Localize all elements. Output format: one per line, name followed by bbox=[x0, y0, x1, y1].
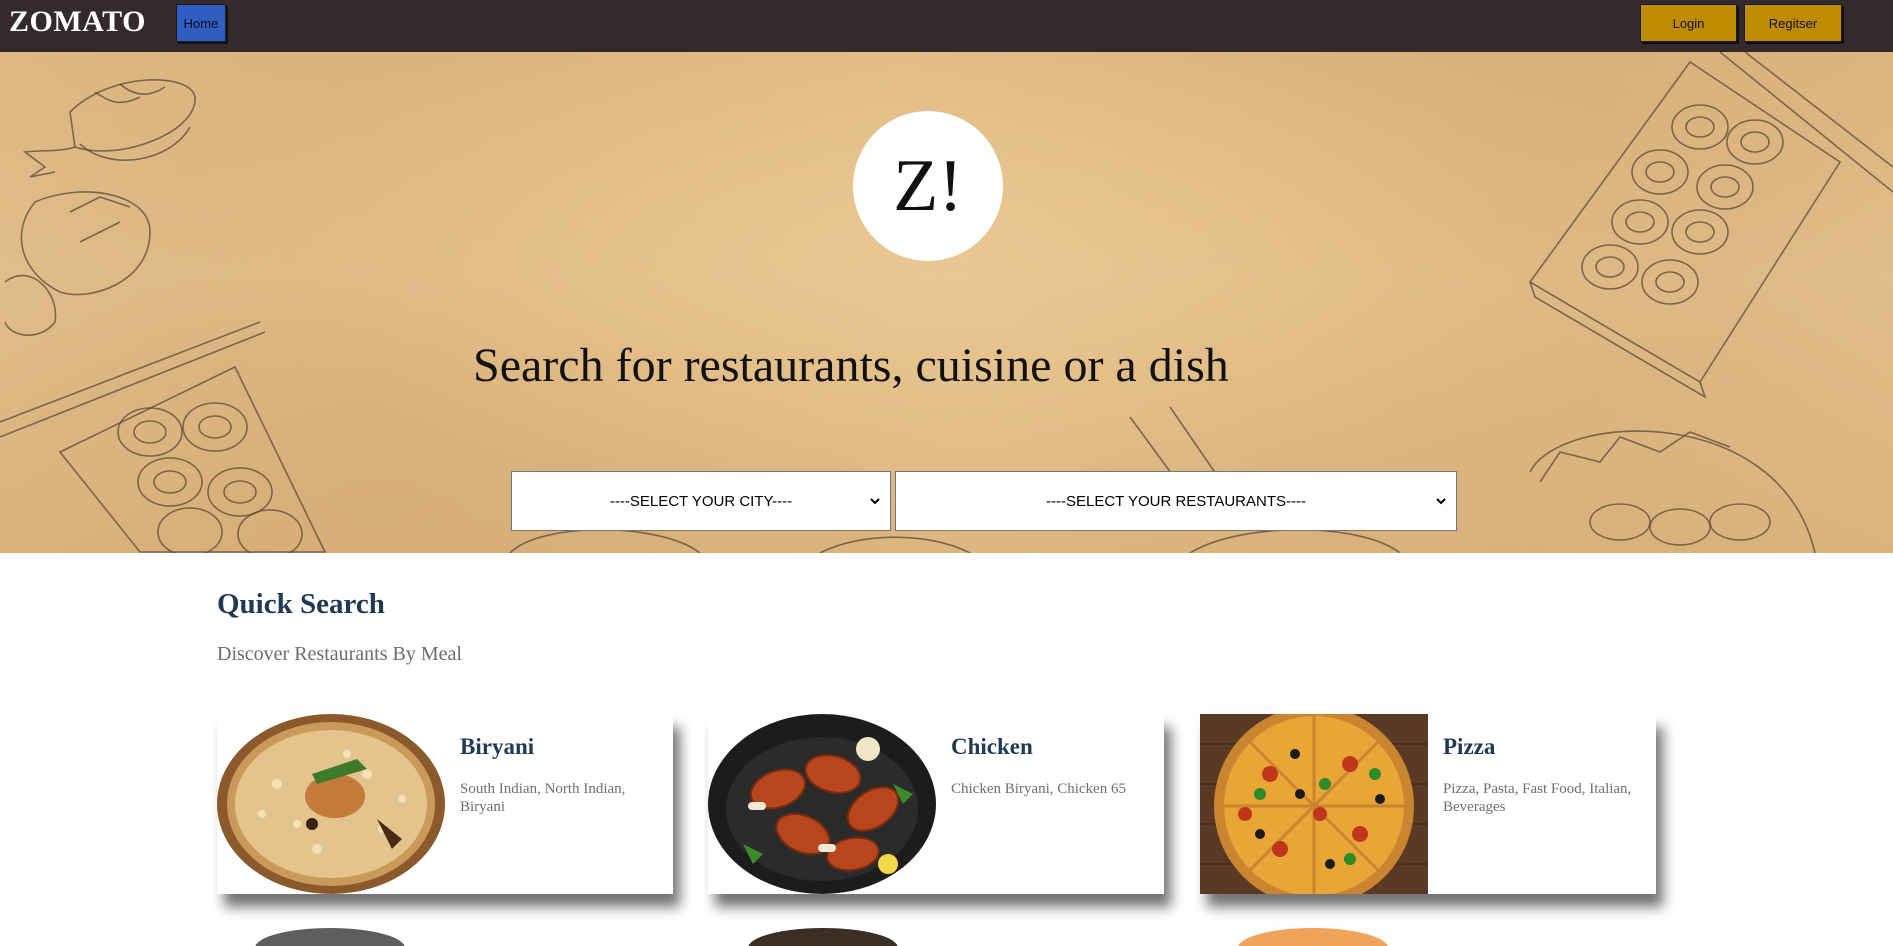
hero-banner: Z! Search for restaurants, cuisine or a … bbox=[0, 52, 1893, 553]
quick-search-title: Quick Search bbox=[217, 588, 385, 620]
logo-text: Z! bbox=[893, 145, 963, 227]
meal-card-title: Chicken bbox=[951, 734, 1033, 759]
chevron-down-icon bbox=[870, 498, 880, 505]
meal-card-description: Chicken Biryani, Chicken 65 bbox=[951, 781, 1126, 797]
meal-card-image-partial bbox=[748, 928, 898, 946]
meal-card-description: South Indian, North Indian, Biryani bbox=[460, 781, 626, 815]
meal-card-title: Pizza bbox=[1443, 734, 1496, 759]
login-button[interactable]: Login bbox=[1640, 4, 1737, 42]
meal-card-title: Biryani bbox=[460, 734, 535, 759]
city-select[interactable]: ----SELECT YOUR CITY---- bbox=[511, 471, 891, 531]
meal-card-chicken[interactable]: Chicken Chicken Biryani, Chicken 65 bbox=[708, 714, 1164, 894]
meal-card-image-partial bbox=[255, 928, 405, 946]
meal-card-description: Pizza, Pasta, Fast Food, Italian, Bevera… bbox=[1443, 781, 1632, 815]
hero-logo-circle: Z! bbox=[853, 111, 1003, 261]
chevron-down-icon bbox=[1436, 498, 1446, 505]
register-button[interactable]: Regitser bbox=[1744, 4, 1842, 42]
meal-card-biryani[interactable]: Biryani South Indian, North Indian, Biry… bbox=[217, 714, 673, 894]
meal-card-pizza[interactable]: Pizza Pizza, Pasta, Fast Food, Italian, … bbox=[1200, 714, 1656, 894]
quick-search-subtitle: Discover Restaurants By Meal bbox=[217, 643, 462, 665]
brand-logo[interactable]: ZOMATO bbox=[9, 5, 146, 39]
home-button[interactable]: Home bbox=[176, 4, 226, 42]
restaurant-select-value: ----SELECT YOUR RESTAURANTS---- bbox=[1045, 492, 1306, 510]
restaurant-select[interactable]: ----SELECT YOUR RESTAURANTS---- bbox=[895, 471, 1457, 531]
hero-title: Search for restaurants, cuisine or a dis… bbox=[473, 339, 1229, 392]
city-select-value: ----SELECT YOUR CITY---- bbox=[609, 492, 793, 510]
pizza-image bbox=[1200, 714, 1428, 894]
biryani-image bbox=[217, 714, 445, 894]
meal-card-image-partial bbox=[1238, 928, 1388, 946]
top-navbar: ZOMATO Home Login Regitser bbox=[0, 0, 1893, 52]
chicken-image bbox=[708, 714, 936, 894]
